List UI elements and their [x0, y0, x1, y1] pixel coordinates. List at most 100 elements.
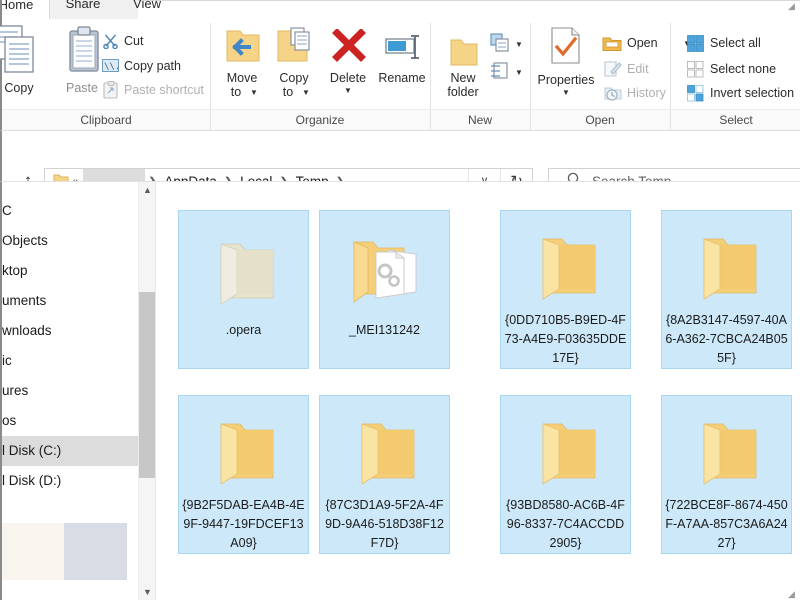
sidebar-item-label: ic	[2, 353, 12, 368]
cut-label: Cut	[124, 34, 144, 48]
sidebar-item-this-pc[interactable]: C	[2, 196, 138, 226]
copy-to-icon	[277, 27, 313, 72]
list-item[interactable]: _MEI131242	[319, 210, 450, 369]
new-item-chevron-down-icon[interactable]: ▼	[515, 41, 523, 49]
nav-pane-bottom-filler	[2, 580, 138, 600]
history-button[interactable]: History	[602, 85, 666, 101]
group-label-select: Select	[719, 113, 753, 127]
list-item[interactable]: {87C3D1A9-5F2A-4F9D-9A46-518D38F12F7D}	[319, 395, 450, 554]
delete-label: Delete	[329, 71, 367, 85]
window-resize-grip-icon[interactable]: ◢	[788, 589, 798, 599]
list-item[interactable]: {722BCE8F-8674-450F-A7AA-857C3A6A2427}	[661, 395, 792, 554]
window-resize-corner-icon[interactable]: ◢	[788, 1, 798, 11]
tab-share[interactable]: Share	[52, 0, 114, 19]
edit-label: Edit	[627, 62, 649, 76]
file-name: _MEI131242	[349, 323, 420, 337]
copy-to-chevron-down-icon[interactable]: ▼	[302, 89, 310, 97]
copy-to-label-line1: Copy	[279, 71, 309, 85]
properties-label: Properties	[537, 73, 595, 87]
file-name: .opera	[225, 323, 262, 337]
group-label-clipboard: Clipboard	[80, 113, 132, 127]
scissors-icon	[102, 32, 119, 53]
select-none-icon	[687, 61, 704, 82]
sidebar-item-videos[interactable]: os	[2, 406, 138, 436]
sidebar-item-documents[interactable]: uments	[2, 286, 138, 316]
select-all-label: Select all	[710, 36, 761, 50]
copy-path-icon: \\..	[102, 58, 126, 77]
cut-button[interactable]: Cut	[102, 33, 144, 50]
sidebar-item-pictures[interactable]: ures	[2, 376, 138, 406]
list-item[interactable]: {0DD710B5-B9ED-4F73-A4E9-F03635DDE17E}	[500, 210, 631, 369]
easy-access-icon[interactable]	[490, 61, 512, 86]
window-left-border	[0, 0, 2, 19]
file-name: {8A2B3147-4597-40A6-A362-7CBCA24B055F}	[665, 313, 788, 365]
new-item-icon[interactable]	[490, 33, 512, 58]
sidebar-item-3d-objects[interactable]: Objects	[2, 226, 138, 256]
properties-icon	[551, 27, 581, 70]
scrollbar-thumb[interactable]	[139, 292, 156, 478]
copy-label: Copy	[4, 81, 34, 95]
invert-selection-button[interactable]: Invert selection	[687, 85, 795, 102]
sidebar-item-label: ktop	[2, 263, 28, 278]
paste-shortcut-icon	[103, 81, 119, 103]
history-clock-icon	[604, 85, 622, 106]
list-item[interactable]: {8A2B3147-4597-40A6-A362-7CBCA24B055F}	[661, 210, 792, 369]
paste-shortcut-label: Paste shortcut	[124, 83, 204, 97]
list-item[interactable]: .opera	[178, 210, 309, 369]
group-label-new: New	[467, 113, 492, 127]
folder-with-documents-icon	[342, 223, 428, 319]
navigation-pane-scrollbar[interactable]: ▲ ▼	[138, 182, 156, 600]
folder-icon	[529, 223, 603, 309]
list-item[interactable]: {93BD8580-AC6B-4F96-8337-7C4ACCDD2905}	[500, 395, 631, 554]
group-label-organize: Organize	[295, 113, 345, 127]
folder-icon	[690, 223, 764, 309]
scroll-up-arrow-icon[interactable]: ▲	[139, 182, 156, 199]
list-item[interactable]: {9B2F5DAB-EA4B-4E9F-9447-19FDCEF13A09}	[178, 395, 309, 554]
svg-text:\\..: \\..	[104, 62, 119, 72]
move-to-icon	[225, 27, 261, 72]
move-to-label-line1: Move	[226, 71, 258, 85]
delete-x-icon	[332, 28, 366, 68]
sidebar-item-desktop[interactable]: ktop	[2, 256, 138, 286]
select-all-button[interactable]: Select all	[687, 35, 761, 52]
sidebar-item-local-disk-d[interactable]: l Disk (D:)	[2, 466, 138, 496]
ribbon-tab-strip: Home Share View ◢	[0, 0, 800, 19]
sidebar-item-label: l Disk (C:)	[2, 443, 62, 458]
invert-selection-icon	[687, 85, 704, 106]
copy-path-label: Copy path	[124, 59, 181, 73]
move-to-chevron-down-icon[interactable]: ▼	[250, 89, 258, 97]
ribbon: Copy Paste Cut \\ Copy path Paste shortc…	[0, 19, 800, 131]
sidebar-item-music[interactable]: ic	[2, 346, 138, 376]
file-list-pane[interactable]: .opera _MEI131242 {0DD710B5-B9ED-4F73-A4…	[156, 182, 800, 600]
sidebar-item-downloads[interactable]: wnloads	[2, 316, 138, 346]
rename-label: Rename	[378, 71, 426, 85]
scroll-down-arrow-icon[interactable]: ▼	[139, 584, 156, 600]
new-folder-label-line1: New	[450, 71, 476, 85]
sidebar-item-local-disk-c[interactable]: l Disk (C:)	[2, 436, 138, 466]
properties-chevron-down-icon[interactable]: ▼	[562, 89, 570, 97]
history-label: History	[627, 86, 666, 100]
ribbon-body: Copy Paste Cut \\ Copy path Paste shortc…	[0, 19, 800, 127]
edit-button[interactable]: Edit	[602, 61, 649, 77]
folder-faded-icon	[207, 223, 281, 319]
delete-chevron-down-icon[interactable]: ▼	[344, 87, 352, 95]
rename-icon	[384, 33, 422, 68]
new-folder-label-line2: folder	[447, 85, 479, 99]
folder-icon	[207, 408, 281, 494]
sidebar-item-label: uments	[2, 293, 47, 308]
file-name: {87C3D1A9-5F2A-4F9D-9A46-518D38F12F7D}	[325, 498, 444, 550]
tab-home[interactable]: Home	[0, 0, 50, 19]
tab-view[interactable]: View	[116, 0, 178, 19]
easy-access-chevron-down-icon[interactable]: ▼	[515, 69, 523, 77]
open-button[interactable]: Open ▼	[602, 35, 691, 51]
sidebar-item-label: ures	[2, 383, 29, 398]
invert-selection-label: Invert selection	[710, 86, 795, 100]
navigation-pane: C Objects ktop uments wnloads ic ures os…	[2, 182, 138, 600]
open-folder-icon	[602, 35, 622, 56]
open-label: Open	[627, 36, 658, 50]
file-name: {0DD710B5-B9ED-4F73-A4E9-F03635DDE17E}	[504, 313, 627, 365]
content-area: C Objects ktop uments wnloads ic ures os…	[0, 181, 800, 600]
select-none-button[interactable]: Select none	[687, 61, 776, 78]
copy-path-button[interactable]: \\.. Copy path	[102, 58, 181, 74]
paste-shortcut-button[interactable]: Paste shortcut	[102, 81, 204, 99]
